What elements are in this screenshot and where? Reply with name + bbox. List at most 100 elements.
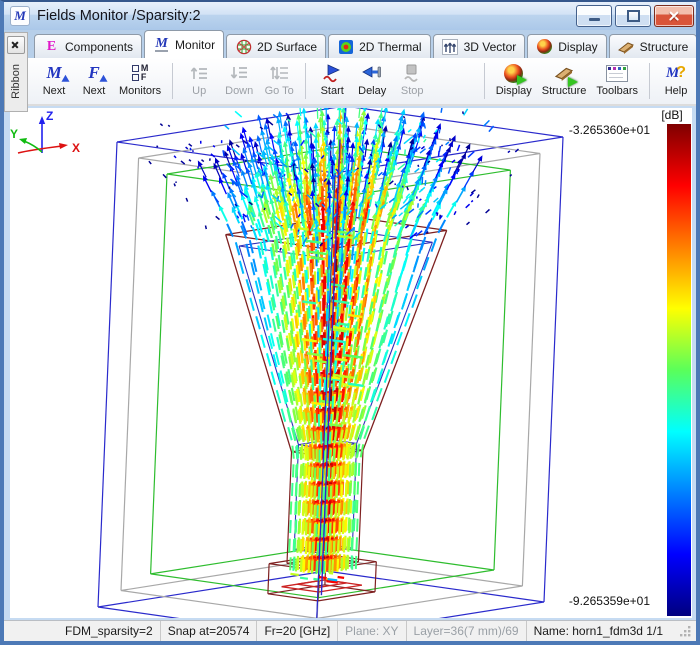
- goto-icon: [269, 61, 289, 85]
- status-name: Name: horn1_fdm3d 1/1: [526, 621, 670, 641]
- tab-label: 3D Vector: [464, 40, 517, 54]
- down-button[interactable]: Down: [219, 58, 259, 104]
- z-axis-label: Z: [46, 109, 53, 123]
- stop-icon: [402, 61, 422, 85]
- toolbar-separator: [649, 63, 650, 99]
- window-controls: [576, 5, 694, 27]
- up-icon: [189, 61, 209, 85]
- ribbon-label: Ribbon: [10, 64, 22, 99]
- monitors-icon: M F: [132, 61, 149, 85]
- app-icon: M: [10, 6, 30, 26]
- button-label: Next: [83, 85, 106, 97]
- down-icon: [229, 61, 249, 85]
- status-frequency: Fr=20 [GHz]: [256, 621, 337, 641]
- stop-button[interactable]: Stop: [392, 58, 432, 104]
- display-settings-icon: [504, 61, 523, 85]
- help-button[interactable]: M? Help: [656, 58, 696, 104]
- surface-mesh-icon: [235, 39, 252, 55]
- help-icon: M?: [666, 61, 686, 85]
- axis-triad: Z X Y: [10, 108, 102, 170]
- viewport-3d[interactable]: [dB] -3.265360e+01 -9.265359e+01 Z X Y: [10, 108, 692, 618]
- ribbon-panel: Ribbon: [4, 32, 28, 112]
- monitor-icon: M: [153, 37, 170, 53]
- next-frequency-icon: F: [88, 61, 99, 85]
- tab-2d-thermal[interactable]: 2D Thermal: [328, 34, 430, 58]
- tab-label: 2D Surface: [257, 40, 317, 54]
- button-label: Monitors: [119, 85, 161, 97]
- minimize-button[interactable]: [576, 5, 612, 27]
- z-axis-arrowhead: [39, 116, 45, 124]
- start-button[interactable]: Start: [312, 58, 352, 104]
- next-monitor-button[interactable]: M Next: [34, 58, 74, 104]
- button-label: Structure: [542, 85, 587, 97]
- status-layer: Layer=36(7 mm)/69: [406, 621, 526, 641]
- y-axis-arrowhead: [19, 138, 27, 144]
- resize-grip[interactable]: [680, 626, 691, 637]
- maximize-button[interactable]: [615, 5, 651, 27]
- button-label: Display: [496, 85, 532, 97]
- next-monitor-icon: M: [46, 61, 61, 85]
- colorbar-max-label: -3.265360e+01: [569, 123, 650, 137]
- tab-monitor[interactable]: M Monitor: [144, 30, 224, 58]
- button-label: Start: [321, 85, 344, 97]
- delay-button[interactable]: Delay: [352, 58, 392, 104]
- button-label: Toolbars: [596, 85, 638, 97]
- vector-field-canvas[interactable]: [10, 108, 692, 618]
- x-axis-label: X: [72, 141, 80, 155]
- tab-label: Display: [558, 40, 597, 54]
- start-icon: [322, 61, 342, 85]
- button-label: Up: [192, 85, 206, 97]
- structure-settings-icon: [554, 61, 574, 85]
- close-button[interactable]: [654, 5, 694, 27]
- up-button[interactable]: Up: [179, 58, 219, 104]
- button-label: Down: [225, 85, 253, 97]
- display-settings-button[interactable]: Display: [491, 58, 537, 104]
- minimize-icon: [589, 18, 600, 21]
- tab-components[interactable]: E Components: [34, 34, 142, 58]
- close-icon: [668, 10, 680, 22]
- structure-wedge-icon: [618, 39, 635, 55]
- status-sparsity: FDM_sparsity=2: [58, 621, 160, 641]
- status-bar: FDM_sparsity=2 Snap at=20574 Fr=20 [GHz]…: [4, 620, 696, 641]
- button-label: Stop: [401, 85, 424, 97]
- button-label: Help: [665, 85, 688, 97]
- maximize-icon: [627, 10, 640, 22]
- tab-structure[interactable]: Structure: [609, 34, 698, 58]
- x-axis-arrowhead: [59, 143, 68, 149]
- status-plane: Plane: XY: [337, 621, 405, 641]
- toolbar: M Next F Next M F Monitors Up: [4, 58, 696, 106]
- monitors-button[interactable]: M F Monitors: [114, 58, 166, 104]
- toolbar-separator: [172, 63, 173, 99]
- toolbars-button[interactable]: Toolbars: [591, 58, 643, 104]
- app-icon-glyph: M: [14, 8, 26, 24]
- tab-3d-vector[interactable]: 3D Vector: [433, 34, 526, 58]
- colorbar: [667, 124, 691, 616]
- tab-2d-surface[interactable]: 2D Surface: [226, 34, 326, 58]
- toolbar-separator: [305, 63, 306, 99]
- goto-button[interactable]: Go To: [259, 58, 299, 104]
- button-label: Delay: [358, 85, 386, 97]
- toolbar-separator: [484, 63, 485, 99]
- title-bar[interactable]: M Fields Monitor /Sparsity:2: [4, 2, 696, 31]
- button-label: Go To: [265, 85, 294, 97]
- components-icon: E: [43, 39, 60, 55]
- toolbar-spacer: [432, 58, 478, 104]
- thermal-icon: [337, 39, 354, 55]
- colorbar-unit-label: [dB]: [653, 108, 691, 122]
- status-snap: Snap at=20574: [160, 621, 257, 641]
- tab-display[interactable]: Display: [527, 34, 606, 58]
- next-frequency-button[interactable]: F Next: [74, 58, 114, 104]
- colorbar-min-label: -9.265359e+01: [569, 594, 650, 608]
- ribbon-close-button[interactable]: [7, 36, 25, 54]
- tab-label: Monitor: [175, 38, 215, 52]
- tab-label: Components: [65, 40, 133, 54]
- tab-label: Structure: [640, 40, 689, 54]
- structure-settings-button[interactable]: Structure: [537, 58, 592, 104]
- display-sphere-icon: [536, 39, 553, 55]
- window-title: Fields Monitor /Sparsity:2: [37, 8, 201, 24]
- fields-monitor-window: M Fields Monitor /Sparsity:2 Ribbon E Co…: [0, 0, 700, 645]
- vector-arrows-icon: [442, 39, 459, 55]
- tab-bar: E Components M Monitor 2D Surface 2D The…: [4, 30, 696, 58]
- toolbars-icon: [606, 61, 628, 85]
- tab-label: 2D Thermal: [359, 40, 421, 54]
